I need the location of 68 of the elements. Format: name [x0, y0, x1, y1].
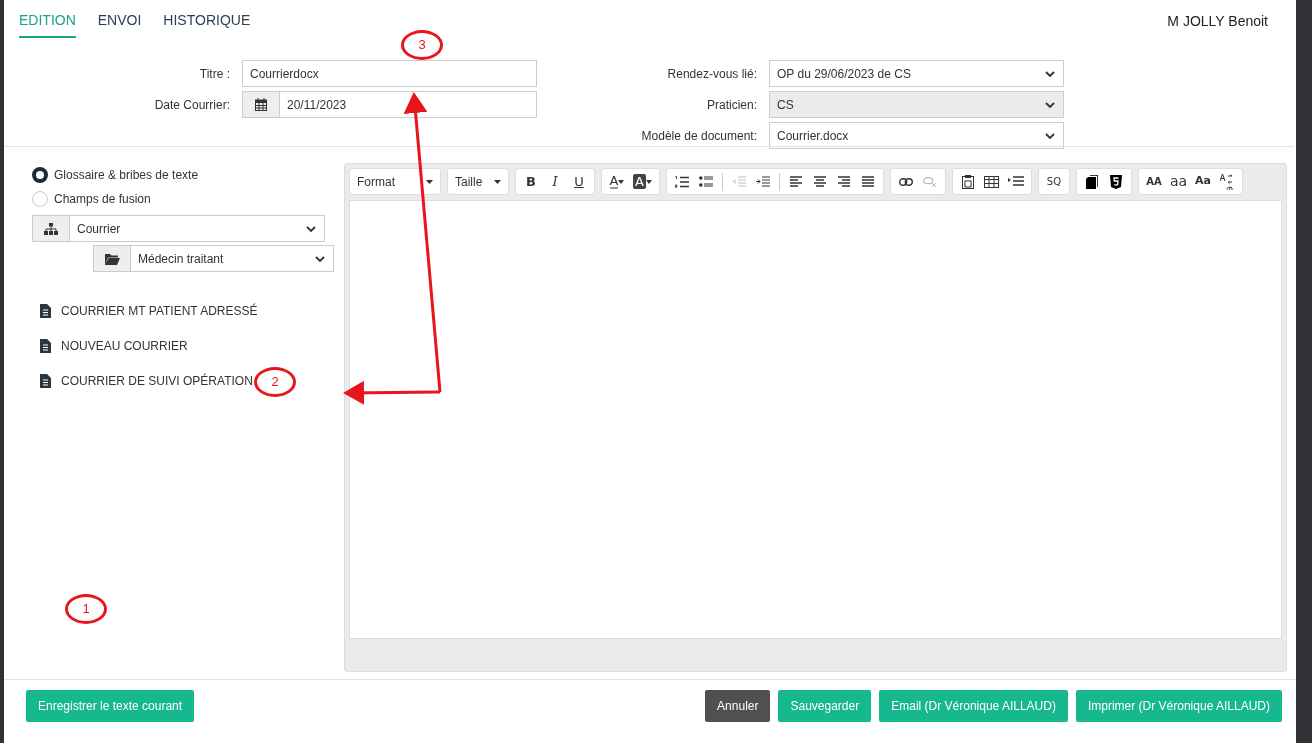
justify-icon	[861, 176, 874, 187]
radio-button[interactable]	[32, 167, 48, 183]
field-label: Rendez-vous lié:	[666, 65, 758, 83]
italic-button[interactable]: I	[544, 169, 566, 194]
folder-icon	[104, 252, 120, 265]
document-link[interactable]: COURRIER MT PATIENT ADRESSÉ	[61, 302, 258, 320]
select-field[interactable]: Médecin traitant	[131, 245, 334, 272]
source-button[interactable]: SQ	[1042, 169, 1065, 194]
font-color-button[interactable]: A	[606, 169, 628, 194]
uppercase-button[interactable]: AA	[1142, 169, 1165, 194]
chevron-down-icon	[305, 223, 317, 234]
date-field[interactable]: 20/11/2023	[280, 91, 537, 118]
outdent-icon	[731, 175, 746, 188]
radio-option[interactable]: Champs de fusion	[32, 187, 326, 211]
radio-option[interactable]: Glossaire & bribes de texte	[32, 163, 326, 187]
select-field[interactable]: OP du 29/06/2023 de CS	[769, 60, 1064, 87]
chevron-down-icon	[314, 253, 326, 264]
annotation-callout: 2	[254, 367, 296, 397]
select-field[interactable]: Courrier	[70, 215, 325, 242]
align-left-icon	[789, 176, 802, 187]
indent-icon	[755, 175, 770, 188]
background-color-button[interactable]: A	[630, 169, 655, 194]
tab[interactable]: ENVOI	[97, 8, 142, 38]
select-field[interactable]: Courrier.docx	[769, 122, 1064, 149]
chevron-down-icon	[1044, 130, 1056, 141]
caret-down-icon	[494, 179, 501, 184]
field-label: Praticien:	[705, 96, 758, 114]
unlink-icon	[922, 176, 937, 187]
align-right-icon	[837, 176, 850, 187]
cancel-button[interactable]: Annuler	[705, 690, 771, 722]
annotation-callout: 3	[401, 30, 443, 60]
size-dropdown[interactable]: Taille	[452, 169, 504, 194]
align-center-icon	[813, 176, 826, 187]
caret-down-icon	[426, 179, 433, 184]
annotation-callout: 1	[65, 594, 107, 624]
hierarchy-icon	[44, 222, 58, 235]
horizontal-rule-icon	[1007, 176, 1024, 187]
title-field[interactable]: Courrierdocx	[242, 60, 537, 87]
document-icon	[40, 304, 51, 318]
table-icon	[984, 175, 1000, 188]
underline-button[interactable]: U	[568, 169, 590, 194]
tab[interactable]: HISTORIQUE	[163, 8, 251, 38]
html5-icon	[1109, 174, 1122, 189]
document-link[interactable]: NOUVEAU COURRIER	[61, 337, 188, 355]
format-dropdown[interactable]: Format	[354, 169, 436, 194]
calendar-button[interactable]	[242, 91, 280, 118]
change-case-icon	[1220, 173, 1235, 190]
capitalize-button[interactable]: Aa	[1192, 169, 1215, 194]
bold-button[interactable]: B	[520, 169, 542, 194]
lowercase-button[interactable]: aa	[1166, 169, 1191, 194]
field-label: Date Courrier:	[153, 96, 231, 114]
select-field: CS	[769, 91, 1064, 118]
field-label: Titre :	[198, 65, 231, 83]
chevron-down-icon	[1044, 68, 1056, 79]
calendar-icon	[255, 98, 267, 111]
paste-word-icon	[961, 174, 974, 189]
caret-down-icon	[618, 179, 625, 184]
caret-down-icon	[645, 179, 652, 184]
link-icon	[898, 177, 913, 186]
document-icon	[40, 339, 51, 353]
chevron-down-icon	[1044, 99, 1056, 110]
bullet-list-icon	[698, 175, 713, 188]
blocks-icon	[1085, 174, 1098, 189]
field-label: Modèle de document:	[640, 127, 758, 145]
document-icon	[40, 374, 51, 388]
user-name: M JOLLY Benoit	[1167, 12, 1268, 31]
document-link[interactable]: COURRIER DE SUIVI OPÉRATION	[61, 372, 253, 390]
numbered-list-icon	[674, 175, 689, 188]
